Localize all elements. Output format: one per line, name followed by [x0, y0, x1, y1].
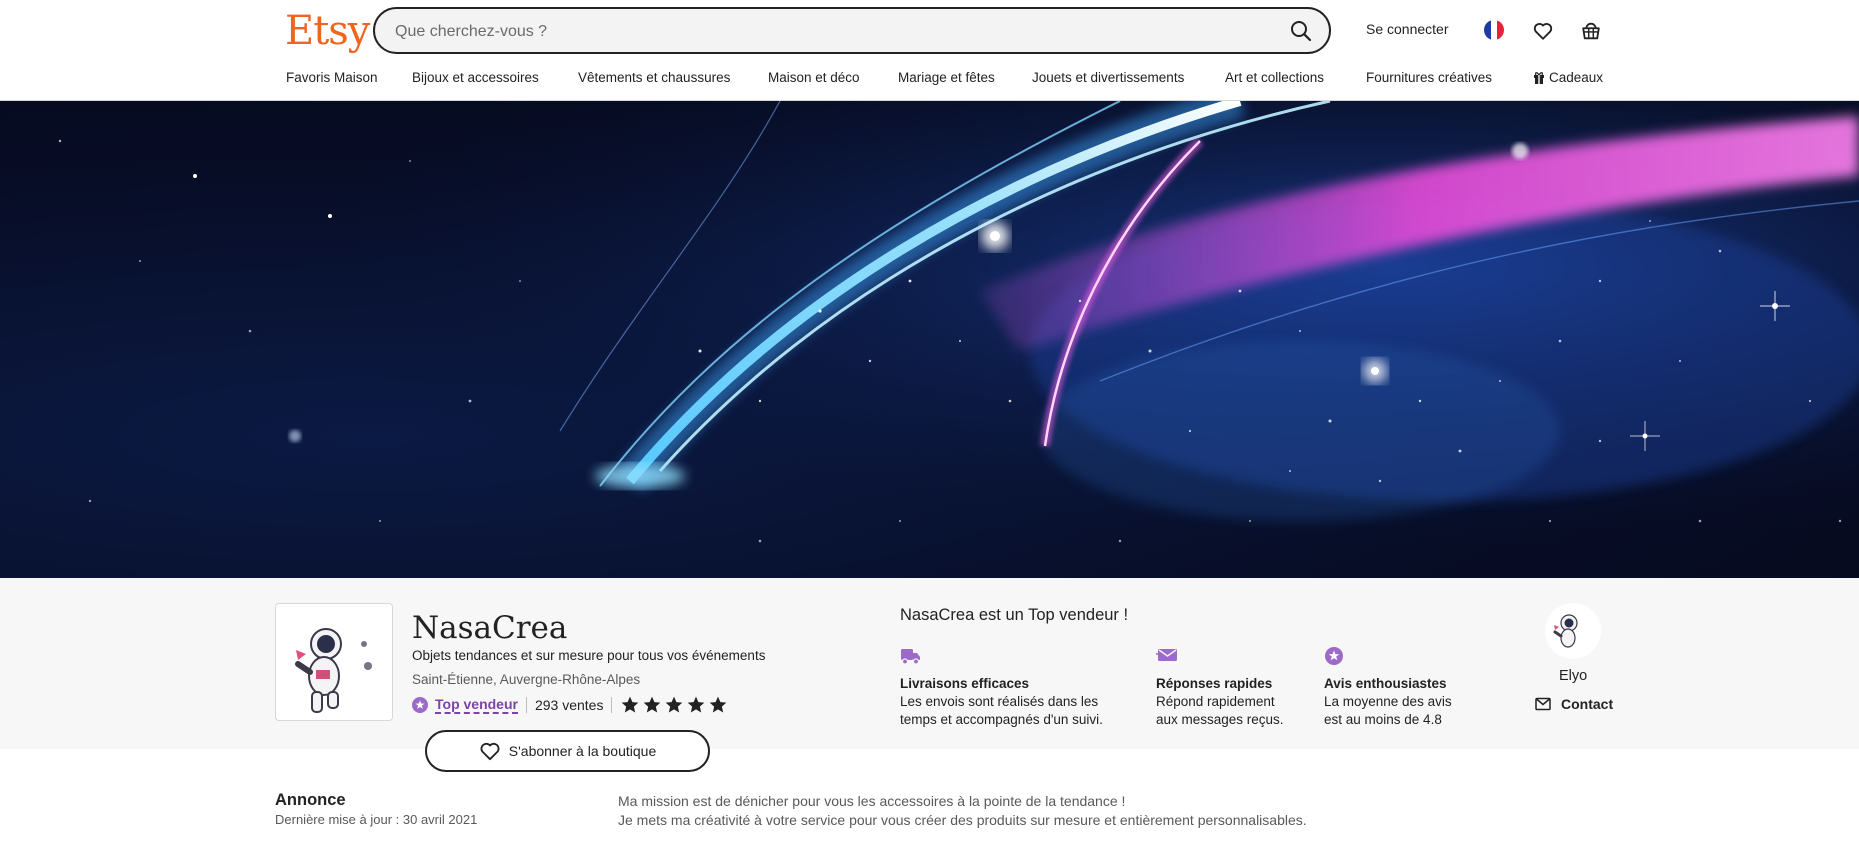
- star-icon: [710, 696, 727, 713]
- follow-shop-button[interactable]: S'abonner à la boutique: [425, 730, 710, 772]
- heart-icon: [1533, 23, 1553, 40]
- shop-tagline: Objets tendances et sur mesure pour tous…: [412, 648, 766, 663]
- favorites-button[interactable]: [1530, 18, 1556, 44]
- perk-delivery: Livraisons efficaces Les envois sont réa…: [900, 646, 1103, 729]
- announcement-line: Je mets ma créativité à votre service po…: [618, 812, 1307, 828]
- shop-avatar[interactable]: [275, 603, 393, 721]
- nav-item-favoris-maison[interactable]: Favoris Maison: [286, 70, 378, 85]
- search-input[interactable]: [393, 9, 1257, 54]
- divider: [611, 697, 613, 713]
- star-badge-icon: [1325, 647, 1343, 665]
- star-icon: [688, 696, 705, 713]
- galaxy-comet-banner: [0, 101, 1859, 578]
- top-seller-badge[interactable]: Top vendeur: [435, 696, 518, 714]
- delivery-truck-icon: [901, 649, 920, 665]
- search-button[interactable]: [1283, 13, 1319, 49]
- perk-reviews: Avis enthousiastes La moyenne des avis e…: [1324, 646, 1452, 729]
- shop-banner: [0, 101, 1859, 578]
- etsy-logo[interactable]: Etsy: [285, 8, 370, 54]
- search-icon: [1291, 21, 1312, 42]
- category-nav: Favoris Maison Bijoux et accessoires Vêt…: [0, 70, 1859, 90]
- gift-icon: [1534, 72, 1544, 84]
- nav-item-maison-deco[interactable]: Maison et déco: [768, 70, 860, 85]
- site-header: Etsy Se connecter Favoris Maison Bijoux …: [0, 0, 1859, 101]
- sales-count: 293 ventes: [534, 697, 604, 713]
- fast-message-icon: [1156, 649, 1177, 661]
- star-badge-icon: [412, 697, 428, 713]
- perk-responses: Réponses rapides Répond rapidement aux m…: [1156, 646, 1284, 729]
- shop-name: NasaCrea: [412, 610, 568, 646]
- cart-button[interactable]: [1578, 18, 1604, 44]
- announcement-line: Ma mission est de dénicher pour vous les…: [618, 793, 1126, 809]
- envelope-icon: [1535, 697, 1551, 711]
- search-bar: [373, 7, 1331, 54]
- nav-item-mariage[interactable]: Mariage et fêtes: [898, 70, 995, 85]
- shop-location: Saint-Étienne, Auvergne-Rhône-Alpes: [412, 672, 641, 687]
- nav-item-cadeaux[interactable]: Cadeaux: [1533, 70, 1603, 85]
- nav-item-bijoux[interactable]: Bijoux et accessoires: [412, 70, 539, 85]
- nav-item-jouets[interactable]: Jouets et divertissements: [1032, 70, 1184, 85]
- heart-icon: [480, 742, 500, 761]
- shop-meta: Top vendeur 293 ventes: [412, 693, 728, 717]
- astronaut-on-moon-avatar: [295, 617, 382, 713]
- owner-avatar[interactable]: [1545, 603, 1601, 659]
- announcement-text: Ma mission est de dénicher pour vous les…: [618, 792, 1307, 830]
- rating-stars[interactable]: [620, 695, 728, 715]
- star-icon: [644, 696, 661, 713]
- announcement-updated: Dernière mise à jour : 30 avril 2021: [275, 812, 478, 827]
- divider: [525, 697, 527, 713]
- astronaut-avatar-icon: [1553, 608, 1598, 651]
- basket-icon: [1582, 22, 1600, 40]
- contact-button[interactable]: Contact: [1535, 696, 1613, 712]
- owner-name: Elyo: [1559, 668, 1588, 684]
- nav-item-vetements[interactable]: Vêtements et chaussures: [578, 70, 730, 85]
- nav-item-art[interactable]: Art et collections: [1225, 70, 1324, 85]
- sign-in-link[interactable]: Se connecter: [1366, 21, 1449, 37]
- star-icon: [622, 696, 639, 713]
- star-icon: [666, 696, 683, 713]
- announcement-title: Annonce: [275, 791, 346, 809]
- nav-item-fournitures[interactable]: Fournitures créatives: [1366, 70, 1492, 85]
- top-seller-title: NasaCrea est un Top vendeur !: [900, 606, 1129, 624]
- flag-france-icon[interactable]: [1484, 20, 1504, 40]
